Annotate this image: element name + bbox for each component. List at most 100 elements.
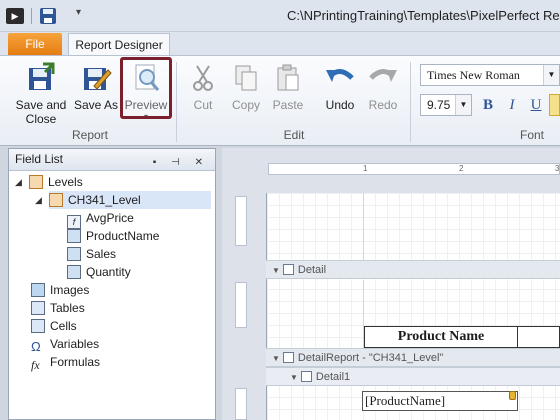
save-and-close-button[interactable]: Save and Close [12,60,70,126]
vertical-ruler [235,190,247,420]
group-separator [410,62,411,142]
band-icon [300,371,312,382]
underline-button[interactable]: U [526,94,546,116]
collapse-arrow-icon[interactable]: ▼ [272,266,280,275]
font-name-value: Times New Roman [427,68,520,82]
chevron-down-icon[interactable]: ▼ [543,65,559,85]
collapse-arrow-icon[interactable]: ◢ [35,195,42,206]
collapse-arrow-icon[interactable]: ▼ [290,373,298,382]
tree-item-tables[interactable]: Tables [31,299,85,317]
field-list-panel: Field List ▪ ⊣ ✕ ◢ Levels ◢ CH341_Level … [8,148,216,420]
paste-label: Paste [272,98,304,112]
tree-item-label: Sales [86,247,117,261]
band-detail[interactable]: ▼ Detail [266,260,560,279]
cells-icon [31,319,45,333]
field-icon [67,265,81,279]
horizontal-ruler: 1 2 3 [268,163,560,175]
field-icon [67,247,81,261]
collapse-arrow-icon[interactable]: ▼ [272,354,280,363]
title-separator [31,8,32,24]
chevron-down-icon[interactable]: ▼ [455,95,471,115]
tab-report-designer[interactable]: Report Designer [68,33,170,57]
tree-item-label: ProductName [86,229,160,243]
ribbon: Save and Close Save As Preview ▾ Report … [0,55,560,146]
scissors-icon [193,65,213,91]
tab-file[interactable]: File [8,33,62,56]
tree-item-label: Cells [50,319,77,333]
bold-button[interactable]: B [478,94,498,116]
tree-item-sales[interactable]: Sales [67,245,116,263]
redo-label: Redo [368,98,398,112]
tree-item-label: Tables [50,301,85,315]
save-as-button[interactable]: Save As [72,60,120,126]
table-cell[interactable] [518,326,560,348]
redo-button[interactable]: Redo [362,60,404,126]
band-label: Detail [297,264,327,276]
group-label-font: Font [519,128,544,142]
align-left-button[interactable] [549,94,560,116]
redo-icon [369,69,397,82]
collapse-arrow-icon[interactable]: ◢ [15,177,22,188]
omega-icon: Ω [31,339,41,354]
tree-item-label: AvgPrice [86,211,134,225]
images-icon [31,283,45,297]
save-icon[interactable] [40,8,56,24]
font-size-combo[interactable]: 9.75 ▼ [420,94,472,116]
tree-item-avgprice[interactable]: f AvgPrice [67,209,134,229]
cut-button[interactable]: Cut [184,60,222,126]
customize-quick-access-icon[interactable]: ▾ [76,7,81,18]
tree-item-label: Formulas [50,355,101,369]
tree-item-label: CH341_Level [68,193,141,207]
save-and-close-label: Save and Close [15,98,67,126]
band-detailreport[interactable]: ▼ DetailReport - "CH341_Level" [266,348,560,367]
group-label-edit: Edit [283,128,305,142]
copy-label: Copy [231,98,260,112]
tree-item-ch341-level[interactable]: CH341_Level [49,191,211,209]
tree-item-label: Levels [48,175,83,189]
band-label: DetailReport - "CH341_Level" [297,352,444,364]
group-label-report: Report [71,128,109,142]
level-icon [49,193,63,207]
paste-icon [277,64,299,91]
smart-tag-icon[interactable] [509,391,516,400]
app-icon[interactable]: ▶ [6,8,24,24]
font-name-combo[interactable]: Times New Roman ▼ [420,64,560,86]
guide-line [363,193,364,260]
tables-icon [31,301,45,315]
tree-item-label: Images [50,283,90,297]
field-list-title: Field List [15,152,64,166]
field-list-header: Field List ▪ ⊣ ✕ [9,149,215,171]
tree-item-label: Variables [50,337,100,351]
italic-button[interactable]: I [502,94,522,116]
band-icon [282,352,294,363]
productname-field-cell[interactable]: [ProductName] [362,391,518,411]
band-detail1[interactable]: ▼ Detail1 [266,367,560,386]
tree-item-productname[interactable]: ProductName [67,227,159,245]
tree-item-variables[interactable]: Ω Variables [31,335,100,354]
panel-window-buttons[interactable]: ▪ ⊣ ✕ [153,152,209,173]
ruler-mark: 1 [363,164,368,173]
ribbon-tabs: File Report Designer [0,32,560,57]
tree-item-images[interactable]: Images [31,281,89,299]
band-label: Detail1 [315,371,351,383]
ruler-mark: 3 [555,164,560,173]
undo-icon [326,69,354,82]
tree-item-levels[interactable]: Levels [29,173,83,191]
undo-button[interactable]: Undo [318,60,362,126]
band-icon [282,264,294,275]
group-separator [176,62,177,142]
preview-highlight-box [120,57,172,119]
save-and-close-icon [29,62,55,90]
fx-icon: fx [31,358,40,372]
title-bar: ▶ ▾ C:\NPrintingTraining\Templates\Pixel… [0,0,560,32]
ruler-segment [235,282,247,328]
copy-button[interactable]: Copy [226,60,266,126]
product-name-header-cell[interactable]: Product Name [364,326,518,348]
font-size-value: 9.75 [427,98,451,112]
tree-item-formulas[interactable]: fx Formulas [31,353,101,372]
tree-item-cells[interactable]: Cells [31,317,77,335]
paste-button[interactable]: Paste [268,60,308,126]
field-icon [67,229,81,243]
ruler-segment [235,196,247,246]
tree-item-quantity[interactable]: Quantity [67,263,131,281]
